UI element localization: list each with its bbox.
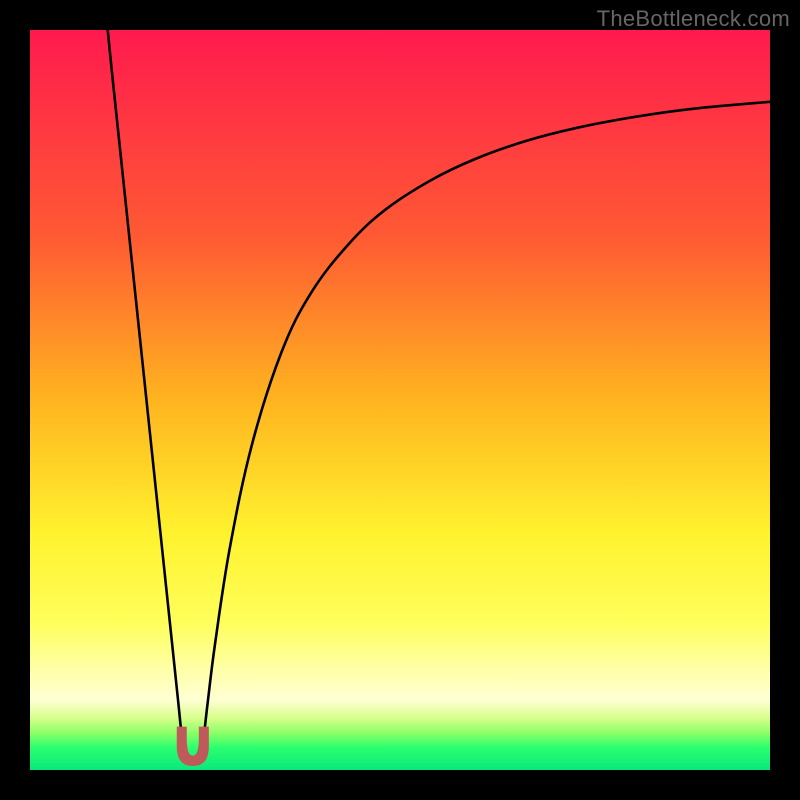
gradient-background [30,30,770,770]
chart-svg [30,30,770,770]
plot-area [30,30,770,770]
chart-frame: TheBottleneck.com [0,0,800,800]
watermark-text: TheBottleneck.com [597,6,790,32]
